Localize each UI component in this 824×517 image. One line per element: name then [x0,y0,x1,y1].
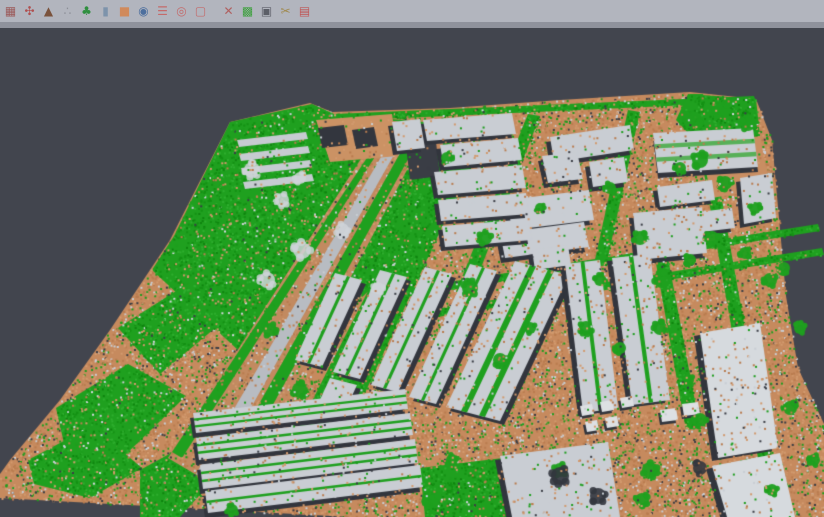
ground-points-icon[interactable]: ∴ [59,2,77,21]
report-icon[interactable]: ▤ [296,2,314,21]
terrain-model-icon[interactable]: ▲ [40,2,58,21]
globe-view-icon[interactable]: ◉ [135,2,153,21]
circle-select-icon[interactable]: ◎ [173,2,191,21]
profile-view-icon[interactable]: ▮ [97,2,115,21]
app-window: ▦✣▲∴♣▮■◉☰◎▢ ✕▩▣✂▤ [0,0,824,517]
layer-list-icon[interactable]: ☰ [154,2,172,21]
point-cloud-icon[interactable]: ▦ [2,2,20,21]
toolbar: ▦✣▲∴♣▮■◉☰◎▢ ✕▩▣✂▤ [0,0,824,22]
viewport-3d[interactable] [0,28,824,517]
rect-select-icon[interactable]: ▢ [192,2,210,21]
clip-box-icon[interactable]: ✕ [220,2,238,21]
cross-section-icon[interactable]: ✂ [277,2,295,21]
classification-map-icon[interactable]: ▩ [239,2,257,21]
classify-points-icon[interactable]: ✣ [21,2,39,21]
toolbar-separator [210,2,219,21]
snapshot-icon[interactable]: ▣ [258,2,276,21]
ortho-image-icon[interactable]: ■ [116,2,134,21]
vegetation-class-icon[interactable]: ♣ [78,2,96,21]
